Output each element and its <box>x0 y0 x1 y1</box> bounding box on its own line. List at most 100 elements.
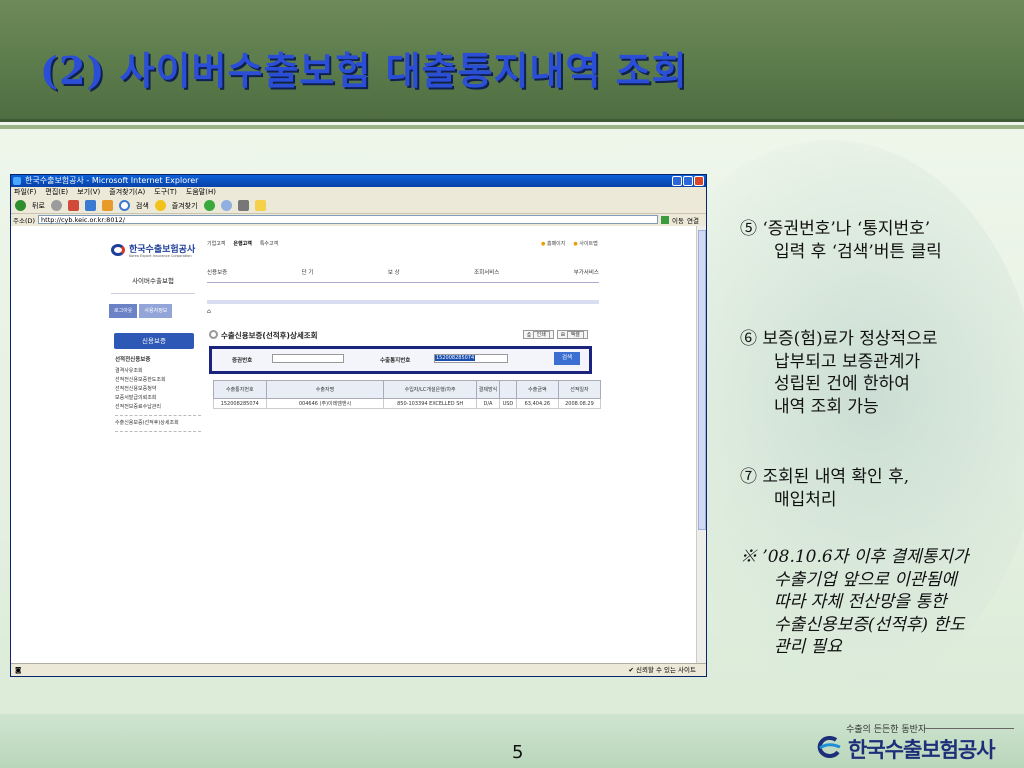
logout-button[interactable]: 로그아웃 <box>109 304 138 318</box>
mail-icon[interactable] <box>220 200 232 211</box>
scrollbar-thumb[interactable] <box>698 230 706 530</box>
note-line: ⑤ ‘증권번호’나 ‘통지번호’ <box>740 218 1024 241</box>
table-row[interactable]: 152008285074 004646 (주)이레엠앤시 850-103394 … <box>213 398 602 409</box>
cell-importer: 850-103394 EXCELLED SH <box>383 398 477 409</box>
maximize-icon[interactable] <box>683 176 693 186</box>
menu-file[interactable]: 파일(F) <box>14 187 36 198</box>
sidebar-item[interactable]: 결격사유조회 <box>115 367 201 376</box>
notice-number-label: 수출통지번호 <box>380 358 411 364</box>
back-arrow-icon[interactable] <box>15 200 26 211</box>
menu-short-term[interactable]: 단 기 <box>302 268 314 276</box>
home-icon[interactable]: ⌂ <box>207 308 211 315</box>
sidebar-list-head: 선적전신용보증 <box>115 357 151 363</box>
note-step-6: ⑥ 보증(험)료가 정상적으로 납부되고 보증관계가 성립된 건에 한하여 내역… <box>740 328 1024 418</box>
note-marker: ⑤ <box>740 219 757 239</box>
links-label[interactable]: 연결 <box>687 215 699 225</box>
user-info-button[interactable]: 사용자정보 <box>139 304 173 318</box>
menu-credit-guarantee[interactable]: 신용보증 <box>207 268 227 276</box>
menu-favorites[interactable]: 즐겨찾기(A) <box>109 187 145 198</box>
browser-viewport: 한국수출보험공사 Korea Export Insurance Corporat… <box>11 226 706 664</box>
favorites-button-label[interactable]: 즐겨찾기 <box>172 201 198 211</box>
address-label: 주소(D) <box>13 216 36 225</box>
menu-edit[interactable]: 편집(E) <box>45 187 68 198</box>
menu-extra-service[interactable]: 부가서비스 <box>574 268 599 276</box>
col-importer: 수입자/LC개설은행/차주 <box>383 380 477 399</box>
content-title: 수출신용보증(선적후)상세조회 <box>209 330 318 341</box>
nav-corporate[interactable]: 기업고객 <box>207 240 225 247</box>
company-logo-icon <box>111 244 125 256</box>
excel-button[interactable]: ⊞ 엑셀 <box>556 330 588 339</box>
search-button-label[interactable]: 검색 <box>136 201 149 211</box>
sidebar-item[interactable]: 보증서발급의뢰조회 <box>115 394 201 403</box>
note-marker: ⑥ <box>740 329 757 349</box>
note-text: ‘증권번호’나 ‘통지번호’ <box>762 219 931 239</box>
refresh-icon[interactable] <box>84 200 96 211</box>
folder-icon[interactable] <box>254 200 266 211</box>
notice-number-input[interactable]: 152008285074 <box>434 354 508 363</box>
stop-icon[interactable] <box>67 200 79 211</box>
cert-number-label: 증권번호 <box>232 358 253 364</box>
print-button[interactable]: ⎙ 인쇄 <box>523 330 554 339</box>
sidebar-item[interactable]: 선적전보증료수납관리 <box>115 403 201 412</box>
main-menu: 신용보증 단 기 보 상 조회서비스 부가서비스 <box>207 268 599 276</box>
cell-notice-number[interactable]: 152008285074 <box>213 398 267 409</box>
company-logo-icon <box>817 736 841 758</box>
menu-view[interactable]: 보기(V) <box>77 187 100 198</box>
back-button-label[interactable]: 뒤로 <box>32 201 45 211</box>
menu-help[interactable]: 도움말(H) <box>186 187 216 198</box>
top-links: ● 홈페이지 ● 사이트맵 <box>541 240 598 247</box>
vertical-scrollbar[interactable] <box>696 226 706 664</box>
col-exporter: 수출자명 <box>265 380 385 399</box>
sidebar-item[interactable]: 선적전신용보증한도조회 <box>115 376 201 385</box>
col-currency <box>499 380 517 399</box>
go-button-label[interactable]: 이동 <box>672 215 684 225</box>
sidebar-item[interactable]: 선적전신용보증청약 <box>115 385 201 394</box>
homepage-link-label: 홈페이지 <box>546 241 566 247</box>
nav-special[interactable]: 특수고객 <box>260 240 278 247</box>
address-input[interactable]: http://cyb.keic.or.kr:8012/ <box>38 215 659 224</box>
go-icon[interactable] <box>661 215 670 224</box>
minimize-icon[interactable] <box>672 176 682 186</box>
bullet-circle-icon <box>209 330 218 339</box>
search-form-highlight: 증권번호 수출통지번호 152008285074 검색 <box>209 346 592 374</box>
cert-number-input[interactable] <box>272 354 344 363</box>
col-amount: 수출금액 <box>515 380 559 399</box>
site-logo-english: Korea Export Insurance Corporation <box>129 254 192 258</box>
forward-arrow-icon[interactable] <box>50 200 62 211</box>
note-marker: ※ <box>740 547 757 567</box>
sidebar-title: 사이버수출보험 <box>111 268 195 294</box>
sitemap-link[interactable]: ● 사이트맵 <box>573 240 597 247</box>
browser-menu-bar: 파일(F) 편집(E) 보기(V) 즐겨찾기(A) 도구(T) 도움말(H) <box>11 187 706 198</box>
notice-number-value: 152008285074 <box>435 355 476 361</box>
print-icon[interactable] <box>237 200 249 211</box>
note-line: 수출기업 앞으로 이관됨에 <box>774 569 957 590</box>
note-line: ※ ’08.10.6자 이후 결제통지가 <box>740 546 1024 569</box>
menu-compensation[interactable]: 보 상 <box>388 268 400 276</box>
search-icon[interactable] <box>118 200 130 211</box>
homepage-link[interactable]: ● 홈페이지 <box>541 240 565 247</box>
export-buttons: ⎙ 인쇄 ⊞ 엑셀 <box>523 330 588 339</box>
search-button[interactable]: 검색 <box>554 352 580 365</box>
note-step-7: ⑦ 조회된 내역 확인 후, 매입처리 <box>740 466 1024 511</box>
note-line: 내역 조회 가능 <box>774 396 879 417</box>
note-step-5: ⑤ ‘증권번호’나 ‘통지번호’ 입력 후 ‘검색’버튼 클릭 <box>740 218 1024 263</box>
menu-divider <box>207 282 599 283</box>
note-line: ⑦ 조회된 내역 확인 후, <box>740 466 1024 489</box>
cell-payment-method: D/A <box>475 398 501 409</box>
sidebar-item-selected[interactable]: 수출신용보증(선적후)상세조회 <box>115 419 201 428</box>
browser-window-title: 한국수출보험공사 - Microsoft Internet Explorer <box>25 176 199 185</box>
security-zone-label: 신뢰할 수 있는 사이트 <box>635 666 696 674</box>
star-icon[interactable] <box>154 200 166 211</box>
home-icon[interactable] <box>101 200 113 211</box>
history-icon[interactable] <box>203 200 215 211</box>
tagline-rule <box>926 728 1014 729</box>
close-icon[interactable] <box>694 176 704 186</box>
menu-tools[interactable]: 도구(T) <box>154 187 177 198</box>
credit-guarantee-button[interactable]: 신용보증 <box>114 333 194 349</box>
site-logo[interactable]: 한국수출보험공사 Korea Export Insurance Corporat… <box>111 242 206 262</box>
menu-inquiry-service[interactable]: 조회서비스 <box>474 268 499 276</box>
note-text: ’08.10.6자 이후 결제통지가 <box>762 547 969 567</box>
col-ship-date: 선적일자 <box>557 380 602 399</box>
site-page: 한국수출보험공사 Korea Export Insurance Corporat… <box>11 226 698 664</box>
nav-bank[interactable]: 은행고객 <box>233 240 251 247</box>
